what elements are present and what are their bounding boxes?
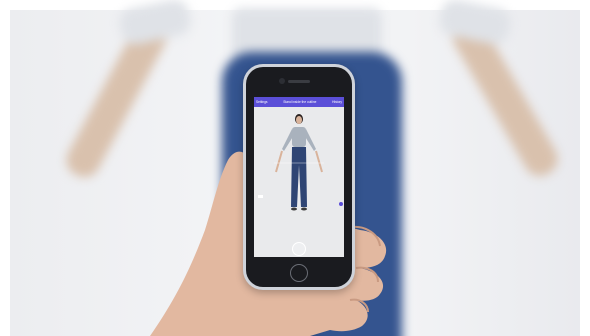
outline-handle[interactable] xyxy=(258,195,263,198)
scene: Settings Stand inside the outline Histor… xyxy=(0,0,590,336)
scale-handle-dot[interactable] xyxy=(339,202,343,206)
speaker-grille xyxy=(288,80,310,83)
home-button-icon[interactable] xyxy=(290,264,308,282)
camera-preview-person xyxy=(274,114,324,211)
phone-body: Settings Stand inside the outline Histor… xyxy=(246,67,352,287)
phone-screen: Settings Stand inside the outline Histor… xyxy=(254,97,344,257)
shutter-circle-icon[interactable] xyxy=(292,242,306,256)
front-camera-icon xyxy=(279,78,285,84)
smartphone: Settings Stand inside the outline Histor… xyxy=(243,64,355,290)
